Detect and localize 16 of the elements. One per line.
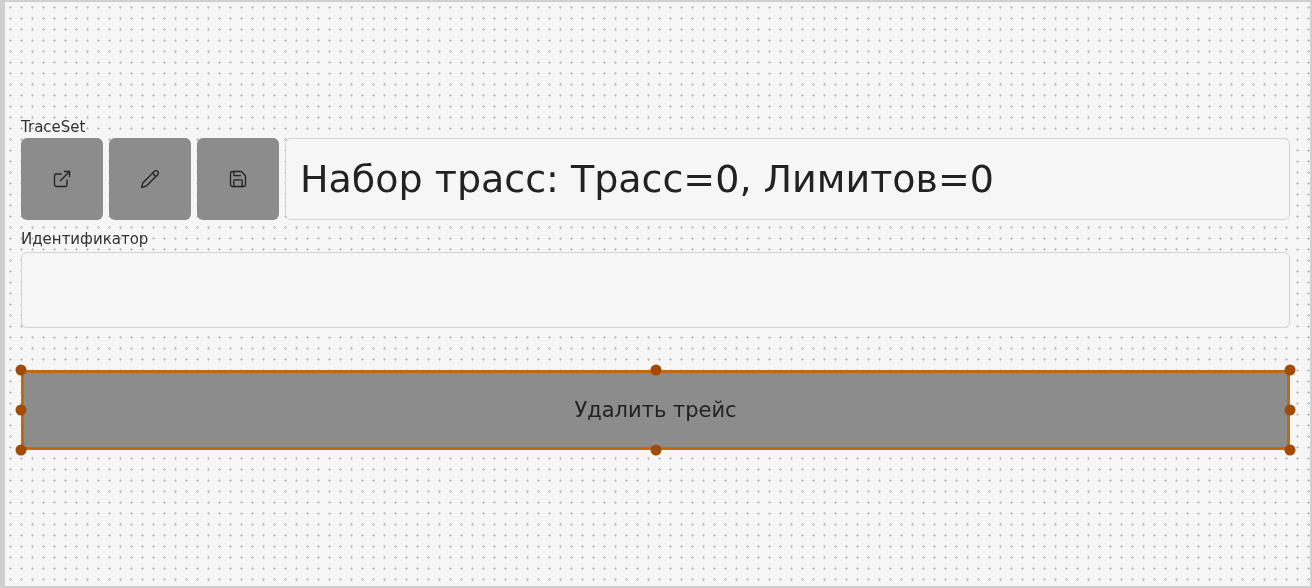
delete-button[interactable]: Удалить трейс	[21, 370, 1290, 450]
field-label: TraceSet	[21, 117, 86, 138]
resize-handle[interactable]	[1284, 444, 1296, 456]
resize-handle[interactable]	[15, 364, 27, 376]
resize-handle[interactable]	[1284, 404, 1296, 416]
pencil-icon	[140, 169, 160, 189]
identifier-field[interactable]	[21, 252, 1290, 328]
resize-handle[interactable]	[1284, 364, 1296, 376]
save-icon	[228, 169, 248, 189]
traceset-field[interactable]: Набор трасс: Трасс=0, Лимитов=0	[285, 138, 1290, 220]
field-label: Идентификатор	[21, 229, 149, 250]
resize-handle[interactable]	[15, 444, 27, 456]
share-icon	[52, 169, 72, 189]
resize-handle[interactable]	[15, 404, 27, 416]
resize-handle[interactable]	[650, 444, 661, 456]
resize-handle[interactable]	[650, 364, 661, 376]
